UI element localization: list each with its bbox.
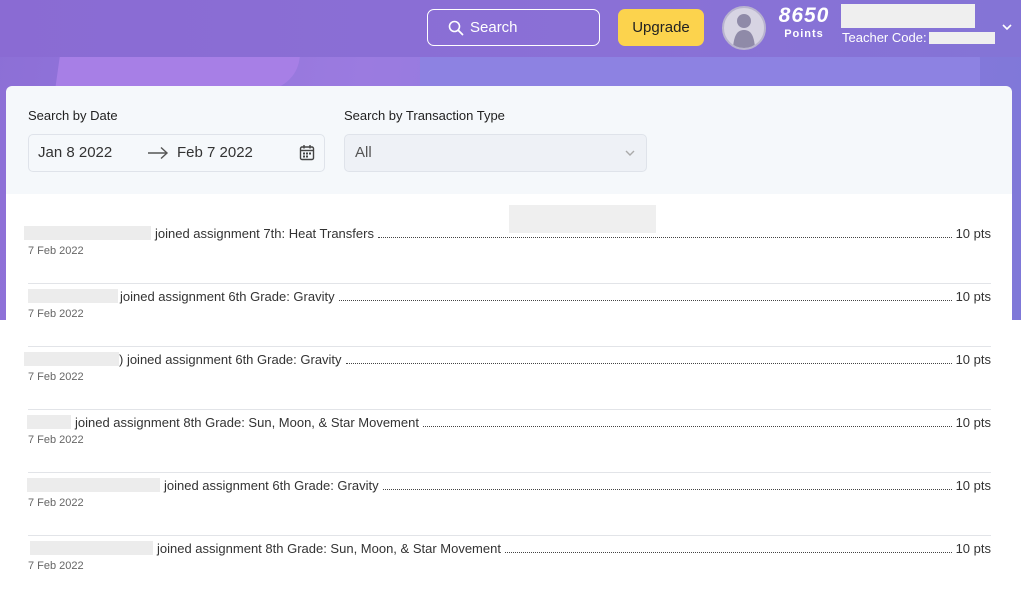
points-label: Points	[784, 28, 824, 40]
chevron-down-icon	[625, 150, 635, 156]
points-value: 8650	[778, 4, 830, 27]
dotted-leader	[345, 363, 952, 364]
transaction-date: 7 Feb 2022	[28, 497, 84, 509]
student-name-redacted	[24, 226, 151, 240]
student-name-redacted	[30, 541, 153, 555]
transaction-line: ) joined assignment 6th Grade: Gravity 1…	[24, 347, 991, 367]
transaction-description: joined assignment 6th Grade: Gravity	[164, 478, 379, 493]
date-range-picker[interactable]: Jan 8 2022 Feb 7 2022	[28, 134, 325, 172]
points-display: 8650 Points	[775, 4, 833, 40]
transaction-points: 10 pts	[955, 478, 991, 493]
search-button-label: Search	[470, 19, 518, 36]
student-name-redacted	[27, 415, 71, 429]
student-name-redacted	[28, 289, 118, 303]
user-menu-toggle[interactable]	[1001, 20, 1013, 38]
dotted-leader	[382, 489, 952, 490]
transaction-type-value: All	[355, 144, 372, 161]
transaction-points: 10 pts	[955, 352, 991, 367]
transaction-row: joined assignment 7th: Heat Transfers 10…	[24, 221, 991, 284]
date-start[interactable]: Jan 8 2022	[38, 144, 112, 161]
transaction-row: joined assignment 6th Grade: Gravity 10 …	[28, 284, 991, 347]
search-button[interactable]: Search	[427, 9, 600, 46]
transaction-points: 10 pts	[955, 415, 991, 430]
calendar-icon[interactable]	[299, 144, 315, 161]
transaction-date: 7 Feb 2022	[28, 245, 84, 257]
chevron-down-icon	[1002, 24, 1012, 31]
transaction-description: joined assignment 6th Grade: Gravity	[120, 289, 335, 304]
transaction-date: 7 Feb 2022	[28, 308, 84, 320]
transaction-line: joined assignment 6th Grade: Gravity 10 …	[28, 284, 991, 304]
transaction-row: joined assignment 8th Grade: Sun, Moon, …	[27, 410, 991, 473]
transaction-date: 7 Feb 2022	[28, 434, 84, 446]
transaction-description: ) joined assignment 6th Grade: Gravity	[119, 352, 342, 367]
transaction-description: joined assignment 7th: Heat Transfers	[155, 226, 374, 241]
filter-panel: Search by Date Search by Transaction Typ…	[6, 86, 1012, 194]
transaction-row: joined assignment 8th Grade: Sun, Moon, …	[28, 536, 991, 594]
transaction-row: ) joined assignment 6th Grade: Gravity 1…	[24, 347, 991, 410]
teacher-code-redacted	[928, 31, 995, 44]
search-icon	[448, 20, 464, 35]
user-name-redacted	[841, 4, 975, 28]
transaction-date: 7 Feb 2022	[28, 371, 84, 383]
dotted-leader	[504, 552, 952, 553]
transaction-line: joined assignment 8th Grade: Sun, Moon, …	[27, 410, 991, 430]
transaction-points: 10 pts	[955, 289, 991, 304]
dotted-leader	[377, 237, 952, 238]
transaction-line: joined assignment 6th Grade: Gravity 10 …	[27, 473, 991, 493]
upgrade-button[interactable]: Upgrade	[618, 9, 704, 46]
transaction-row: joined assignment 6th Grade: Gravity 10 …	[27, 473, 991, 536]
teacher-code-label: Teacher Code:	[842, 30, 927, 45]
user-avatar[interactable]	[722, 6, 766, 50]
transaction-description: joined assignment 8th Grade: Sun, Moon, …	[157, 541, 501, 556]
student-name-redacted	[27, 478, 160, 492]
top-header: Search Upgrade 8650 Points Teacher Code:	[0, 0, 1021, 57]
dotted-leader	[338, 300, 952, 301]
transaction-date: 7 Feb 2022	[28, 560, 84, 572]
teacher-code: Teacher Code:	[842, 30, 995, 45]
transaction-line: joined assignment 8th Grade: Sun, Moon, …	[28, 536, 991, 556]
transaction-description: joined assignment 8th Grade: Sun, Moon, …	[75, 415, 419, 430]
dotted-leader	[422, 426, 952, 427]
transaction-points: 10 pts	[955, 226, 991, 241]
transaction-type-select[interactable]: All	[344, 134, 647, 172]
transaction-list: joined assignment 7th: Heat Transfers 10…	[6, 194, 1012, 594]
date-end[interactable]: Feb 7 2022	[177, 144, 253, 161]
arrow-right-icon	[148, 146, 169, 160]
type-filter-label: Search by Transaction Type	[344, 108, 505, 123]
transaction-line: joined assignment 7th: Heat Transfers 10…	[24, 221, 991, 241]
transaction-points: 10 pts	[955, 541, 991, 556]
avatar-figure-icon	[733, 14, 755, 48]
date-filter-label: Search by Date	[28, 108, 118, 123]
student-name-redacted	[24, 352, 119, 366]
